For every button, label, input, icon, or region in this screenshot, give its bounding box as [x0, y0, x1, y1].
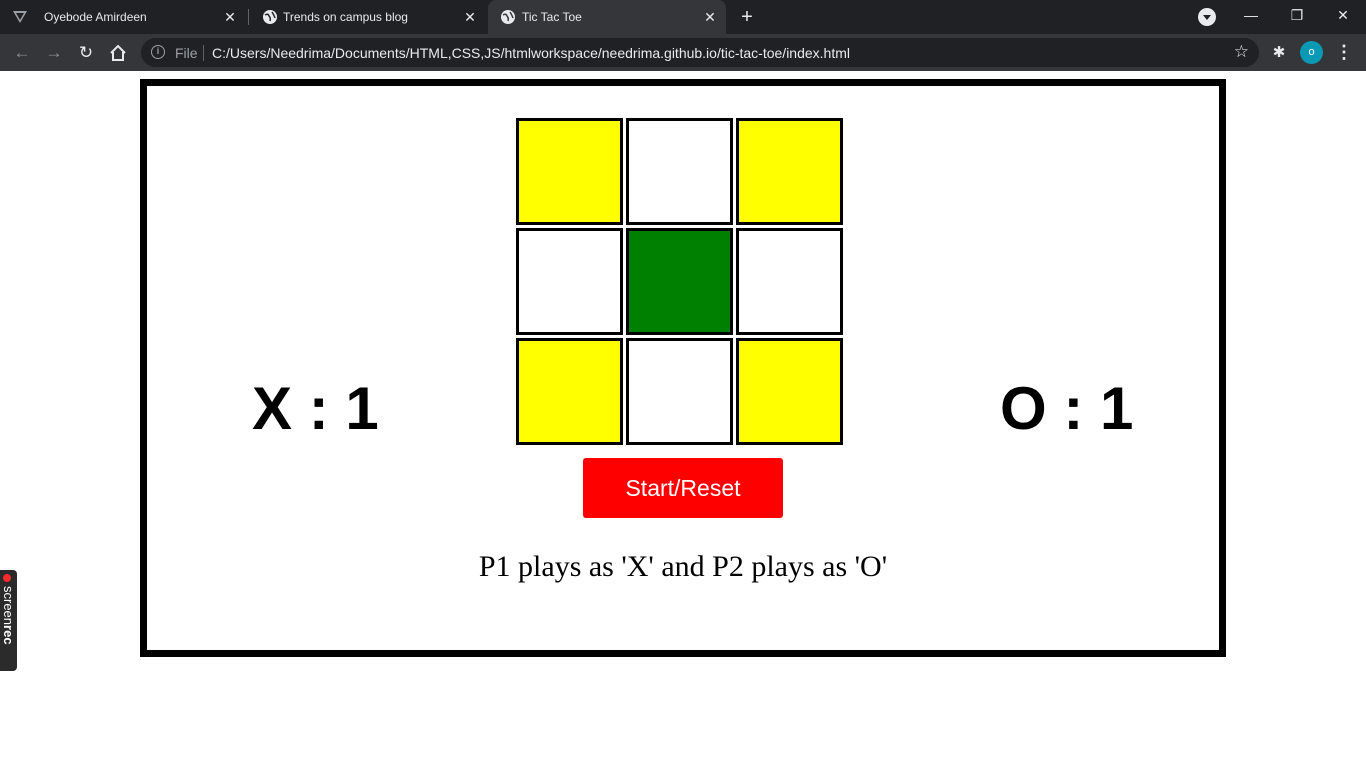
forward-arrow-icon[interactable]: → — [42, 41, 66, 65]
game-container: X : 1 O : 1 Start/Reset P1 plays as 'X' … — [140, 79, 1226, 657]
globe-icon — [501, 10, 515, 24]
tab-close-icon[interactable]: ✕ — [462, 9, 478, 25]
reload-icon[interactable]: ↻ — [74, 41, 98, 65]
extensions-puzzle-icon[interactable]: ✱ — [1270, 43, 1288, 61]
tab-separator — [248, 9, 249, 25]
minimize-icon[interactable]: — — [1228, 0, 1274, 30]
tab-title: Oyebode Amirdeen — [44, 10, 147, 24]
bookmark-star-icon[interactable]: ☆ — [1234, 42, 1249, 62]
tab-title: Trends on campus blog — [283, 10, 408, 24]
board-cell[interactable] — [516, 228, 623, 335]
browser-toolbar: ← → ↻ i File C:/Users/Needrima/Documents… — [0, 34, 1366, 71]
url-text[interactable]: C:/Users/Needrima/Documents/HTML,CSS,JS/… — [212, 45, 850, 61]
tab-trends-blog[interactable]: Trends on campus blog ✕ — [250, 0, 486, 34]
back-arrow-icon[interactable]: ← — [10, 41, 34, 65]
kebab-menu-icon[interactable]: ⋮ — [1335, 41, 1353, 63]
tab-close-icon[interactable]: ✕ — [222, 9, 238, 25]
screenrec-widget[interactable]: screenrec — [0, 570, 17, 671]
vercel-favicon-icon — [13, 11, 27, 23]
tab-tic-tac-toe[interactable]: Tic Tac Toe ✕ — [488, 0, 726, 34]
window-close-icon[interactable]: ✕ — [1320, 0, 1366, 30]
tab-close-icon[interactable]: ✕ — [702, 9, 718, 25]
board-cell[interactable] — [516, 338, 623, 445]
player-info-text: P1 plays as 'X' and P2 plays as 'O' — [478, 550, 888, 583]
record-dot-icon — [3, 574, 11, 582]
tab-oyebode[interactable]: Oyebode Amirdeen ✕ — [0, 0, 246, 34]
start-reset-button[interactable]: Start/Reset — [583, 458, 783, 518]
board-cell[interactable] — [516, 118, 623, 225]
board-cell[interactable] — [626, 228, 733, 335]
tab-strip: Oyebode Amirdeen ✕ Trends on campus blog… — [0, 0, 1366, 34]
home-icon[interactable] — [106, 41, 130, 65]
globe-icon — [263, 10, 277, 24]
tab-title: Tic Tac Toe — [522, 10, 582, 24]
site-info-icon[interactable]: i — [151, 45, 165, 59]
board-cell[interactable] — [736, 338, 843, 445]
board-cell[interactable] — [626, 338, 733, 445]
board-cell[interactable] — [736, 228, 843, 335]
game-board — [516, 118, 847, 449]
tab-search-icon[interactable] — [1198, 8, 1216, 26]
score-x: X : 1 — [252, 375, 379, 442]
score-o: O : 1 — [1000, 375, 1134, 442]
scheme-label: File — [175, 45, 198, 61]
board-cell[interactable] — [736, 118, 843, 225]
screenrec-logo: screenrec — [1, 586, 16, 645]
board-cell[interactable] — [626, 118, 733, 225]
profile-avatar[interactable]: o — [1300, 41, 1323, 64]
new-tab-button[interactable]: + — [737, 7, 757, 27]
restore-icon[interactable]: ❐ — [1274, 0, 1320, 30]
address-bar[interactable]: i File C:/Users/Needrima/Documents/HTML,… — [141, 38, 1259, 67]
omnibox-divider — [203, 45, 204, 61]
